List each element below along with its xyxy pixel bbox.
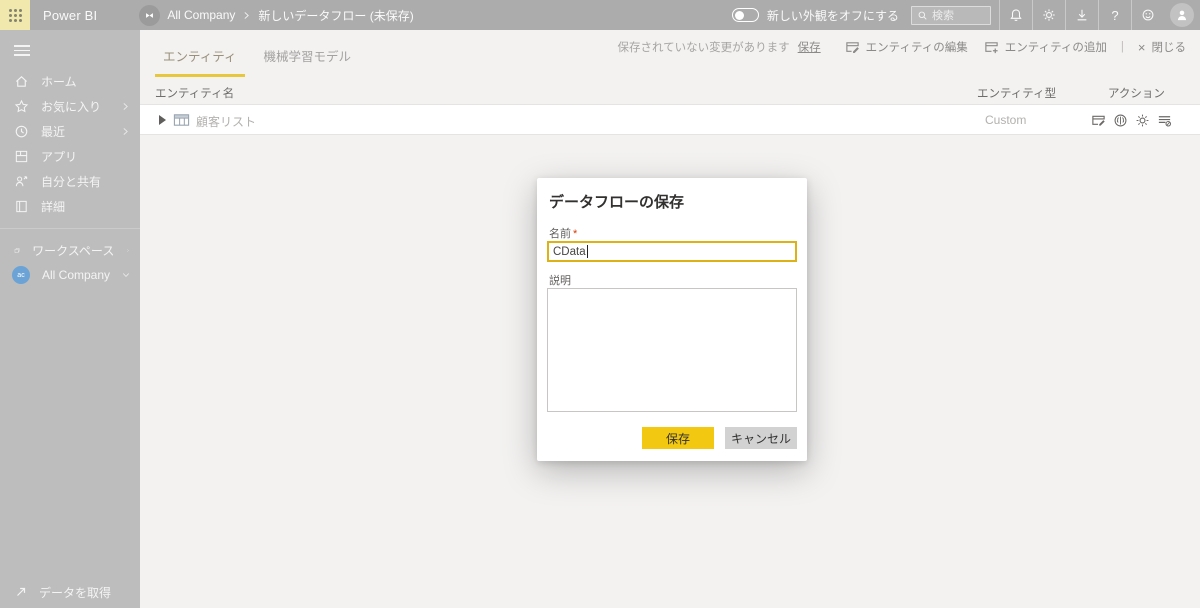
ai-insights-button[interactable] <box>1112 112 1128 128</box>
avatar <box>1170 3 1194 27</box>
dataflow-description-input[interactable] <box>547 288 797 412</box>
new-look-toggle-label: 新しい外観をオフにする <box>767 7 899 24</box>
add-table-icon <box>984 40 999 55</box>
chevron-down-icon <box>122 270 130 280</box>
search-input[interactable]: 検索 <box>911 6 991 25</box>
workspaces-icon <box>14 243 20 258</box>
entity-type: Custom <box>985 113 1026 127</box>
breadcrumb-org[interactable]: All Company <box>167 8 235 22</box>
unsaved-changes-text: 保存されていない変更があります <box>618 39 790 55</box>
save-dataflow-dialog: データフローの保存 名前* CData 説明 保存 キャンセル <box>537 178 807 461</box>
table-row[interactable]: 顧客リスト Custom <box>140 104 1200 135</box>
column-entity-type: エンティティ型 <box>977 85 1056 101</box>
chevron-right-icon <box>242 11 251 20</box>
settings-button[interactable] <box>1033 0 1065 30</box>
edit-entities-button[interactable]: エンティティの編集 <box>845 39 968 55</box>
column-entity-name: エンティティ名 <box>155 85 234 101</box>
sidebar-divider <box>0 228 140 229</box>
entity-table-icon <box>173 112 190 128</box>
get-data-button[interactable]: データを取得 <box>0 576 140 608</box>
gear-icon <box>1042 8 1056 22</box>
smiley-icon <box>1141 8 1155 22</box>
entity-settings-button[interactable] <box>1134 112 1150 128</box>
list-clock-icon <box>1157 113 1172 128</box>
edit-entity-button[interactable] <box>1090 112 1106 128</box>
chevron-right-icon <box>121 102 130 111</box>
expand-row-icon[interactable] <box>159 115 166 125</box>
star-icon <box>14 99 29 114</box>
dialog-title: データフローの保存 <box>549 191 684 212</box>
required-asterisk: * <box>573 228 577 240</box>
nav-collapse-button[interactable] <box>0 30 140 69</box>
brain-icon <box>1113 113 1128 128</box>
search-placeholder: 検索 <box>932 7 954 23</box>
cancel-button[interactable]: キャンセル <box>725 427 797 449</box>
breadcrumb: All Company 新しいデータフロー (未保存) <box>139 5 413 26</box>
notifications-button[interactable] <box>1000 0 1032 30</box>
book-icon <box>14 199 29 214</box>
edit-table-icon <box>845 40 860 55</box>
sidebar-item-favorites[interactable]: お気に入り <box>0 94 140 119</box>
text-caret <box>587 245 588 258</box>
apps-icon <box>14 149 29 164</box>
save-button[interactable]: 保存 <box>642 427 714 449</box>
close-button[interactable]: × 閉じる <box>1138 39 1186 55</box>
question-icon: ? <box>1111 8 1118 23</box>
shared-people-icon <box>14 174 29 189</box>
account-button[interactable] <box>1164 0 1200 30</box>
sidebar-item-shared-with-me[interactable]: 自分と共有 <box>0 169 140 194</box>
tab-ml-models[interactable]: 機械学習モデル <box>256 44 360 77</box>
editor-toolbar: 保存されていない変更があります 保存 エンティティの編集 エンティティの追加 |… <box>618 39 1187 55</box>
app-launcher-button[interactable] <box>0 0 30 30</box>
tab-entities[interactable]: エンティティ <box>155 44 245 77</box>
power-bi-screen: Power BI All Company 新しいデータフロー (未保存) 新しい… <box>0 0 1200 608</box>
workspace-avatar: ac <box>12 266 30 284</box>
nav-pane: ホーム お気に入り 最近 アプリ 自分と共有 詳細 ワークスペース <box>0 30 140 608</box>
chevron-right-icon <box>126 246 130 255</box>
new-look-toggle[interactable] <box>732 8 759 22</box>
sidebar-item-home[interactable]: ホーム <box>0 69 140 94</box>
sidebar-item-apps[interactable]: アプリ <box>0 144 140 169</box>
toolbar-divider: | <box>1121 41 1124 53</box>
bell-icon <box>1009 8 1023 22</box>
close-icon: × <box>1138 40 1146 55</box>
search-icon <box>917 10 928 21</box>
name-label: 名前* <box>549 225 577 241</box>
org-logo-icon <box>144 10 155 21</box>
topbar-actions: 新しい外観をオフにする 検索 ? <box>732 0 1200 30</box>
edit-entity-icon <box>1091 113 1106 128</box>
add-entities-button[interactable]: エンティティの追加 <box>984 39 1107 55</box>
download-icon <box>1075 8 1089 22</box>
dataflow-name-value: CData <box>553 246 586 258</box>
clock-icon <box>14 124 29 139</box>
description-label: 説明 <box>549 272 571 288</box>
toggle-knob <box>735 11 744 20</box>
sidebar-item-recent[interactable]: 最近 <box>0 119 140 144</box>
org-avatar[interactable] <box>139 5 160 26</box>
feedback-button[interactable] <box>1132 0 1164 30</box>
entity-table-header: エンティティ名 エンティティ型 アクション <box>140 82 1200 104</box>
chevron-right-icon <box>121 127 130 136</box>
home-icon <box>14 74 29 89</box>
column-actions: アクション <box>1108 85 1165 101</box>
save-link[interactable]: 保存 <box>798 39 821 55</box>
download-button[interactable] <box>1066 0 1098 30</box>
top-bar: Power BI All Company 新しいデータフロー (未保存) 新しい… <box>0 0 1200 30</box>
sidebar-item-workspaces[interactable]: ワークスペース <box>0 238 140 263</box>
arrow-up-right-icon <box>14 585 28 599</box>
sidebar-item-current-workspace[interactable]: ac All Company <box>0 263 140 288</box>
brand-title: Power BI <box>43 8 97 23</box>
waffle-icon <box>9 9 22 22</box>
entity-name: 顧客リスト <box>196 113 256 130</box>
sidebar-item-learn[interactable]: 詳細 <box>0 194 140 219</box>
dataflow-name-input[interactable]: CData <box>547 241 797 262</box>
incremental-refresh-button[interactable] <box>1156 112 1172 128</box>
breadcrumb-page: 新しいデータフロー (未保存) <box>258 7 413 24</box>
gear-icon <box>1135 113 1150 128</box>
entity-tabs: エンティティ 機械学習モデル <box>155 44 359 77</box>
row-actions <box>1090 112 1172 128</box>
help-button[interactable]: ? <box>1099 0 1131 30</box>
person-icon <box>1175 8 1189 22</box>
